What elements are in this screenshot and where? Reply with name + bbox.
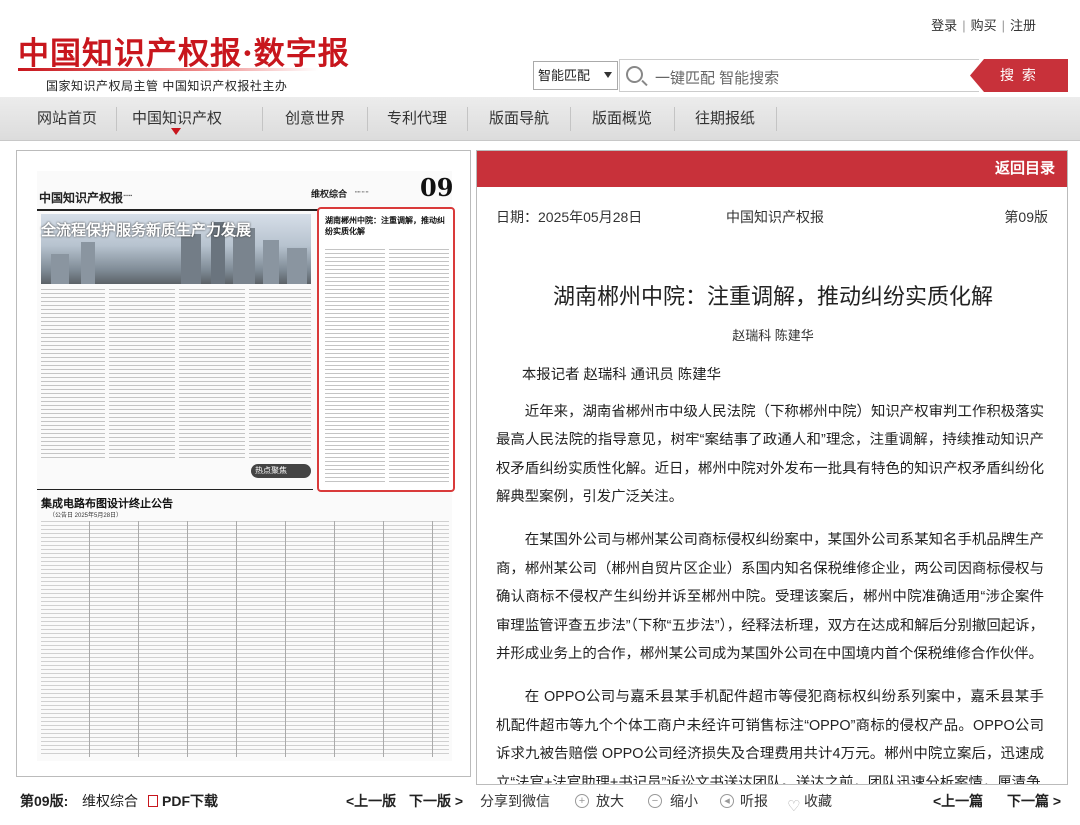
building-shape [51, 254, 69, 284]
main-nav: 网站首页 中国知识产权报 创意世界 专利代理 版面导航 版面概览 往期报纸 [0, 97, 1080, 171]
listen-button[interactable]: 听报 [740, 785, 768, 817]
paper-page-number: 09 [420, 173, 454, 202]
article-date: 日期：2025年05月28日 [496, 209, 643, 225]
separator: | [962, 18, 966, 33]
search-mode-select[interactable]: 智能匹配 [533, 61, 618, 90]
newspaper-page-frame: 中国知识产权报 ▪▪▪ ▪▪▪ ▪▪▪▪▪ 维权综合 ▪▪▪▪ ▪▪ ▪▪ 09… [16, 150, 471, 777]
search-placeholder: 一键匹配 智能搜索 [655, 70, 780, 87]
article-byline: 本报记者 赵瑞科 通讯员 陈建华 [521, 367, 721, 383]
paper-section-label: 维权综合 [311, 190, 348, 200]
zoom-in-button[interactable]: 放大 [596, 785, 624, 817]
nav-item-past-issues[interactable]: 往期报纸 [674, 97, 776, 141]
selected-article-box[interactable]: 湖南郴州中院：注重调解，推动纠纷实质化解 [317, 207, 455, 492]
pdf-icon [148, 795, 158, 807]
hot-topic-label: 热点聚焦 [251, 464, 311, 478]
zoom-out-button[interactable]: 缩小 [670, 785, 698, 817]
notice-table [41, 521, 449, 757]
text-column [41, 289, 105, 459]
article-newspaper: 中国知识产权报 [726, 209, 824, 225]
page-issue-label: 第09版: [20, 793, 69, 809]
page-section-link[interactable]: 维权综合 [82, 785, 138, 817]
nav-item-page-navigation[interactable]: 版面导航 [468, 97, 570, 141]
article-body: 本报记者 赵瑞科 通讯员 陈建华 近年来，湖南省郴州市中级人民法院（下称郴州中院… [496, 361, 1044, 785]
login-link[interactable]: 登录 [931, 18, 957, 33]
building-shape [181, 234, 201, 284]
site-header: 中国知识产权报·数字报 国家知识产权局主管 中国知识产权报社主办 登录 | 购买 | 注… [0, 0, 1080, 97]
paper-date-info: ▪▪▪▪ ▪▪ ▪▪ [355, 189, 369, 194]
search-button[interactable]: 搜 索 [970, 59, 1068, 92]
logo-swoosh [18, 68, 318, 71]
article-toolbar: 分享到微信 + 放大 − 缩小 ◂ 听报 ♡ 收藏 <上一篇 下一篇 > [476, 785, 1068, 817]
chevron-down-icon [604, 72, 612, 78]
prev-page-link[interactable]: <上一版 [346, 785, 396, 817]
article-paragraph: 在 OPPO公司与嘉禾县某手机配件超市等侵犯商标权纠纷系列案中，嘉禾县某手机配件… [496, 688, 1044, 785]
article-panel: 返回目录 日期：2025年05月28日 中国知识产权报 第09版 湖南郴州中院：… [476, 150, 1068, 785]
text-column [109, 289, 175, 459]
account-links: 登录 | 购买 | 注册 [931, 15, 1036, 34]
text-column [249, 289, 311, 459]
text-column [325, 249, 385, 485]
buy-link[interactable]: 购买 [971, 18, 997, 33]
page-toolbar: 第09版: 维权综合 PDF下载 <上一版 下一版 > [16, 785, 471, 817]
notice-title: 集成电路布图设计终止公告 [41, 497, 173, 510]
site-logo[interactable]: 中国知识产权报·数字报 [18, 28, 350, 73]
article-paragraph: 在某国外公司与郴州某公司商标侵权纠纷案中，某国外公司系某知名手机品牌生产商，郴州… [496, 531, 1044, 663]
site-subtitle: 国家知识产权局主管 中国知识产权报社主办 [46, 79, 288, 93]
nav-item-page-overview[interactable]: 版面概览 [570, 97, 674, 141]
nav-item-creative-world[interactable]: 创意世界 [263, 97, 367, 141]
nav-divider [776, 107, 777, 131]
article-paragraph: 近年来，湖南省郴州市中级人民法院（下称郴州中院）知识产权审判工作积极落实最高人民… [496, 403, 1044, 506]
search-icon [626, 66, 643, 83]
heart-icon: ♡ [787, 798, 801, 815]
building-shape [287, 248, 307, 284]
speaker-icon: ◂ [720, 794, 734, 808]
favorite-button[interactable]: 收藏 [804, 785, 832, 817]
pdf-download-link[interactable]: PDF下载 [162, 785, 218, 817]
search-mode-value: 智能匹配 [538, 68, 591, 83]
share-wechat-button[interactable]: 分享到微信 [480, 785, 550, 817]
article-authors: 赵瑞科 陈建华 [732, 328, 814, 343]
nav-item-home[interactable]: 网站首页 [18, 97, 116, 141]
notice-subtitle: （公告日 2025年5月28日） [49, 513, 123, 519]
zoom-out-icon: − [648, 794, 662, 808]
zoom-in-icon: + [575, 794, 589, 808]
building-shape [263, 240, 279, 284]
building-shape [81, 242, 95, 284]
selected-article-headline: 湖南郴州中院：注重调解，推动纠纷实质化解 [325, 215, 445, 236]
text-column [179, 289, 245, 459]
prev-article-link[interactable]: <上一篇 [933, 785, 983, 817]
nav-divider [116, 107, 117, 131]
nav-item-patent-agency[interactable]: 专利代理 [367, 97, 467, 141]
paper-masthead-info: ▪▪▪ ▪▪▪ ▪▪▪▪▪ [110, 193, 133, 199]
active-nav-indicator [171, 128, 181, 135]
search-input[interactable]: 一键匹配 智能搜索 [619, 59, 979, 92]
next-article-link[interactable]: 下一篇 > [1007, 785, 1061, 817]
separator: | [1001, 18, 1005, 33]
article-page: 第09版 [1004, 209, 1048, 225]
back-to-contents-button[interactable]: 返回目录 [995, 151, 1055, 187]
article-title: 湖南郴州中院：注重调解，推动纠纷实质化解 [552, 284, 993, 309]
register-link[interactable]: 注册 [1010, 18, 1036, 33]
next-page-link[interactable]: 下一版 > [409, 785, 463, 817]
newspaper-page-image[interactable]: 中国知识产权报 ▪▪▪ ▪▪▪ ▪▪▪▪▪ 维权综合 ▪▪▪▪ ▪▪ ▪▪ 09… [37, 171, 455, 761]
headline-photo-title: 全流程保护服务新质生产力发展 [41, 221, 252, 239]
paper-section-rule [37, 489, 313, 490]
text-column [389, 249, 449, 485]
article-header-bar: 返回目录 [477, 151, 1067, 187]
